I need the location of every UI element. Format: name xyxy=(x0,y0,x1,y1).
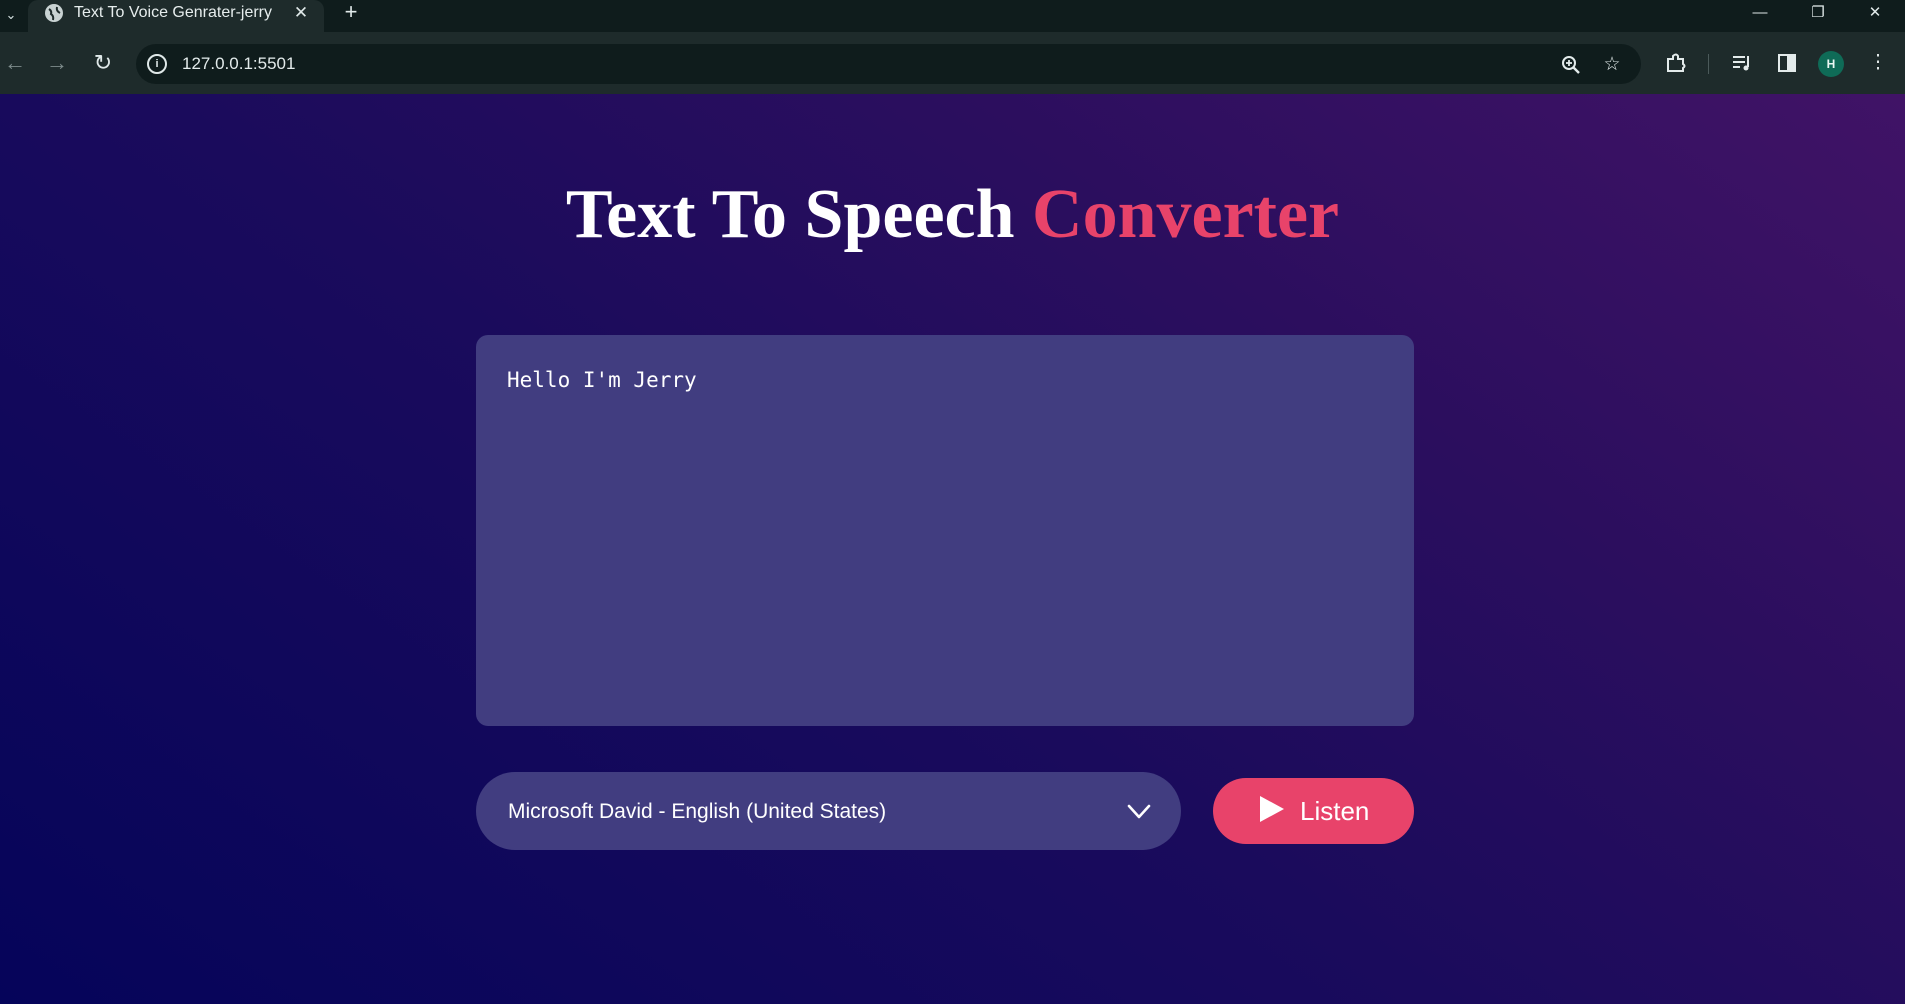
close-window-button[interactable]: ✕ xyxy=(1852,0,1898,26)
listen-button-label: Listen xyxy=(1300,796,1370,826)
page-title-accent: Converter xyxy=(1032,176,1340,253)
side-panel-icon[interactable] xyxy=(1773,49,1801,77)
listen-button[interactable]: Listen xyxy=(1213,778,1414,844)
toolbar-divider xyxy=(1708,54,1709,74)
globe-icon xyxy=(45,4,63,22)
tab-strip: ⌄ Text To Voice Genrater-jerry ✕ + — ❐ ✕ xyxy=(0,0,1905,38)
restore-button[interactable]: ❐ xyxy=(1795,0,1841,26)
profile-avatar[interactable]: H xyxy=(1818,51,1844,77)
zoom-icon[interactable] xyxy=(1559,53,1583,77)
address-bar[interactable]: i 127.0.0.1:5501 ☆ xyxy=(136,44,1641,84)
play-icon xyxy=(1260,796,1284,822)
tab-close-icon[interactable]: ✕ xyxy=(290,2,312,24)
chevron-down-icon xyxy=(1127,804,1151,819)
minimize-button[interactable]: — xyxy=(1737,0,1783,26)
new-tab-button[interactable]: + xyxy=(339,0,363,26)
tab-search-icon[interactable]: ⌄ xyxy=(0,0,22,30)
voice-select-value: Microsoft David - English (United States… xyxy=(508,800,887,823)
bookmark-star-icon[interactable]: ☆ xyxy=(1600,53,1624,77)
extensions-icon[interactable] xyxy=(1662,49,1690,77)
page-title-main: Text To Speech xyxy=(565,176,1033,253)
url-text[interactable]: 127.0.0.1:5501 xyxy=(182,54,295,74)
page-title: Text To Speech Converter xyxy=(0,172,1905,258)
site-info-icon[interactable]: i xyxy=(147,54,167,74)
forward-icon[interactable]: → xyxy=(42,48,72,78)
tab-title: Text To Voice Genrater-jerry xyxy=(74,4,273,21)
media-controls-icon[interactable] xyxy=(1728,49,1756,77)
reload-icon[interactable]: ↻ xyxy=(88,48,118,78)
browser-toolbar: ← → ↻ i 127.0.0.1:5501 ☆ H ⋮ xyxy=(0,32,1905,94)
controls-row: Microsoft David - English (United States… xyxy=(476,772,1414,852)
more-menu-icon[interactable]: ⋮ xyxy=(1864,49,1892,77)
text-input-area[interactable]: Hello I'm Jerry xyxy=(476,335,1414,726)
back-icon[interactable]: ← xyxy=(0,48,30,78)
page-viewport: Text To Speech Converter Hello I'm Jerry… xyxy=(0,94,1905,1004)
voice-select[interactable]: Microsoft David - English (United States… xyxy=(476,772,1181,850)
